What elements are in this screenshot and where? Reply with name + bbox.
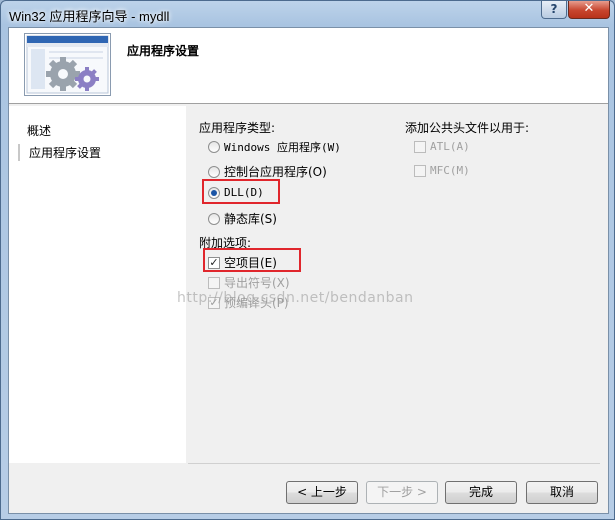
radio-label: 控制台应用程序(O)	[224, 165, 327, 179]
radio-windows-app[interactable]: Windows 应用程序(W)	[208, 139, 341, 155]
checkbox-mfc[interactable]: MFC(M)	[414, 164, 470, 177]
highlight-box-dll	[202, 179, 280, 204]
client-area: 应用程序设置 概述 应用程序设置 应用程序类型: Windows 应用程序(W)…	[8, 27, 609, 514]
checkbox-disabled[interactable]	[208, 276, 220, 289]
title-bar[interactable]: Win32 应用程序向导 - mydll ? ✕	[1, 1, 614, 27]
cancel-button[interactable]: 取消	[526, 481, 598, 504]
wizard-window: Win32 应用程序向导 - mydll ? ✕ 应用程序设置 概述 应用程序设…	[0, 0, 615, 520]
window-title: Win32 应用程序向导 - mydll	[9, 9, 170, 24]
watermark-text: http://blog.csdn.net/bendanban	[177, 290, 414, 306]
checkbox-label: MFC(M)	[430, 164, 470, 177]
radio-static-lib[interactable]: 静态库(S)	[208, 210, 277, 227]
footer-divider	[188, 463, 600, 464]
wizard-header: 应用程序设置	[9, 28, 608, 104]
page-title: 应用程序设置	[127, 44, 200, 58]
next-button[interactable]: 下一步 >	[366, 481, 438, 504]
wizard-banner-image	[24, 33, 111, 96]
gears-icon	[26, 35, 109, 94]
common-headers-label: 添加公共头文件以用于:	[405, 121, 530, 135]
help-button[interactable]: ?	[541, 1, 567, 19]
checkbox-label: 导出符号(X)	[224, 276, 290, 290]
app-type-label: 应用程序类型:	[199, 121, 276, 135]
close-button[interactable]: ✕	[568, 1, 610, 19]
checkbox-label: ATL(A)	[430, 140, 470, 153]
checkbox-disabled[interactable]	[414, 164, 426, 177]
wizard-footer: < 上一步 下一步 > 完成 取消	[9, 463, 608, 513]
radio-button[interactable]	[208, 165, 220, 178]
checkbox-disabled[interactable]	[414, 140, 426, 153]
radio-label: 静态库(S)	[224, 212, 277, 226]
nav-item-app-settings[interactable]: 应用程序设置	[18, 144, 178, 161]
highlight-box-empty-project	[203, 248, 301, 272]
radio-label: Windows 应用程序(W)	[224, 141, 341, 154]
nav-item-overview[interactable]: 概述	[27, 122, 51, 139]
checkbox-export-symbols[interactable]: 导出符号(X)	[208, 274, 290, 291]
radio-console-app[interactable]: 控制台应用程序(O)	[208, 163, 327, 180]
settings-panel: 应用程序类型: Windows 应用程序(W) 控制台应用程序(O) DLL(D…	[188, 106, 600, 463]
checkbox-atl[interactable]: ATL(A)	[414, 140, 470, 153]
wizard-nav: 概述 应用程序设置	[9, 106, 186, 463]
radio-button[interactable]	[208, 141, 220, 153]
prev-button[interactable]: < 上一步	[286, 481, 358, 504]
finish-button[interactable]: 完成	[445, 481, 517, 504]
radio-button[interactable]	[208, 212, 220, 225]
